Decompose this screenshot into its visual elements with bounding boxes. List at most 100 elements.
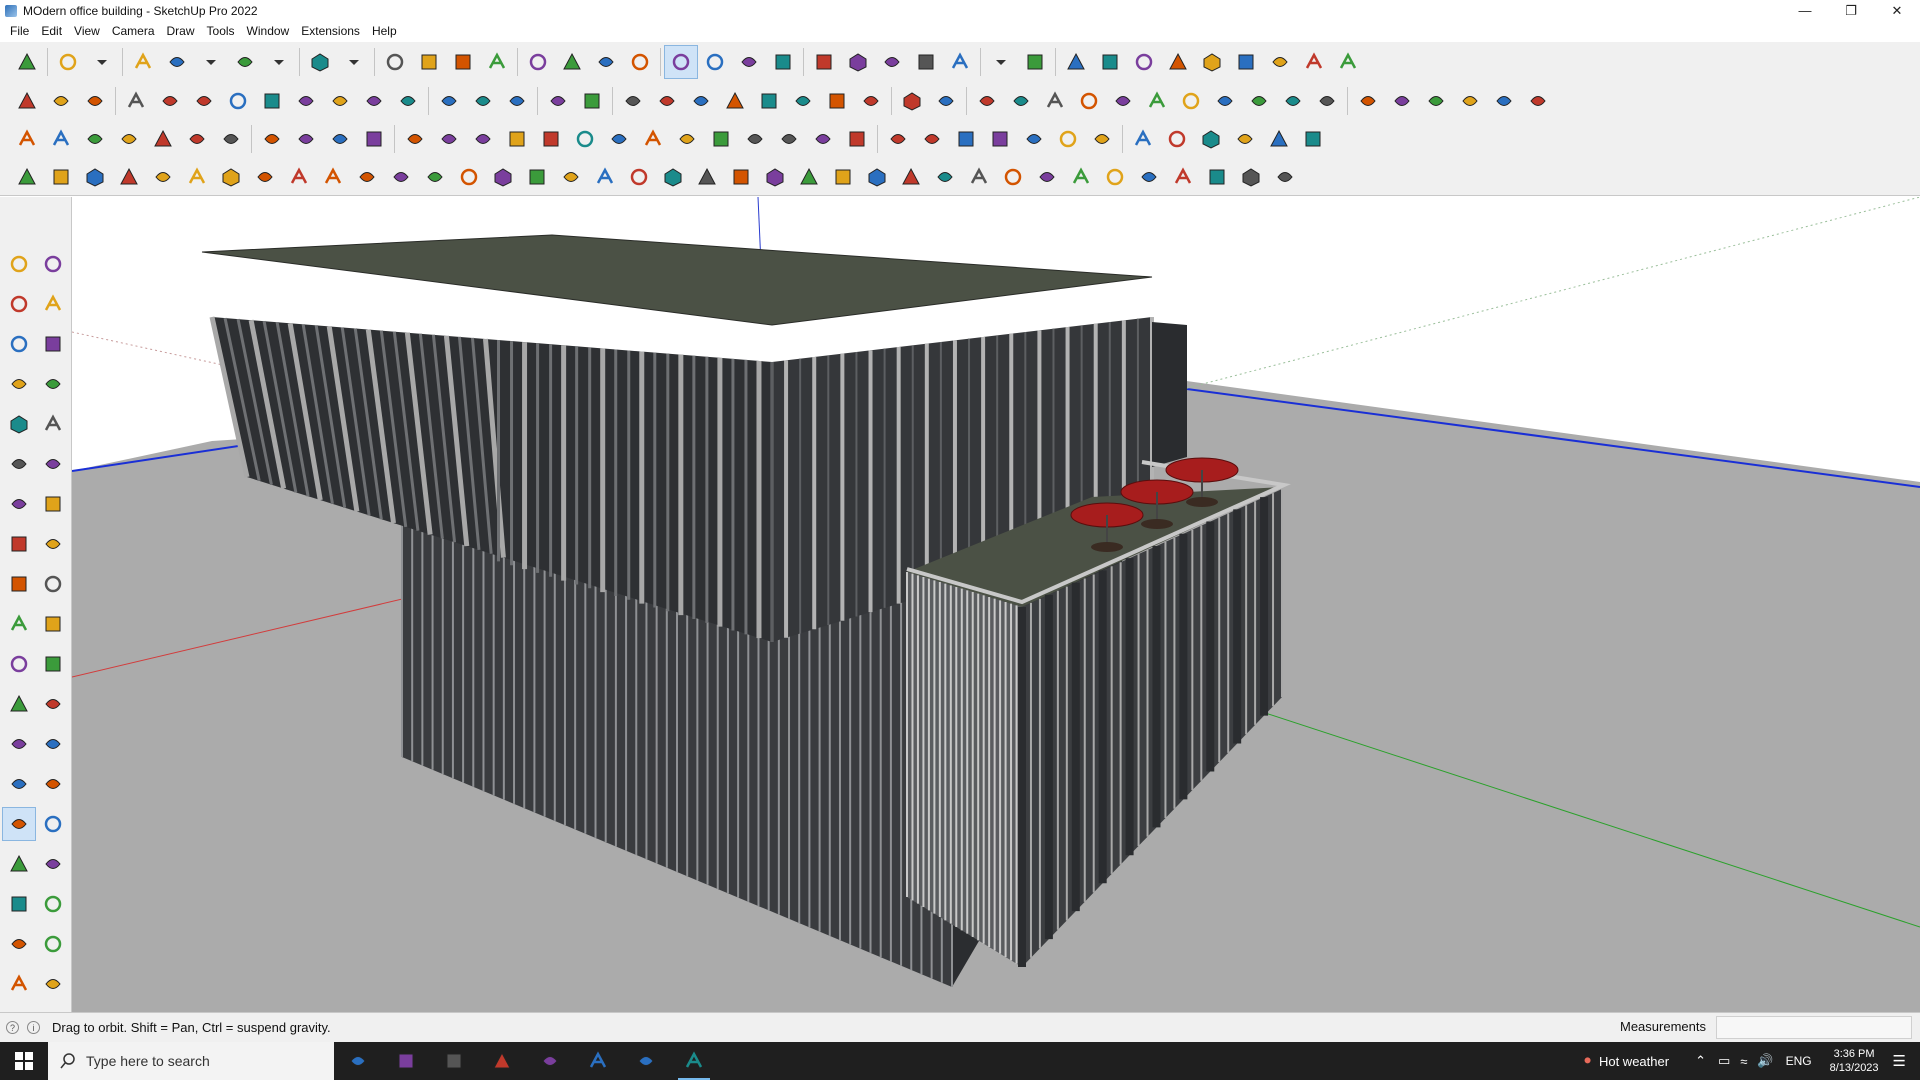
stack-button[interactable] bbox=[119, 84, 153, 118]
ruler-button[interactable] bbox=[895, 84, 929, 118]
component-tool[interactable] bbox=[2, 327, 36, 361]
edge-taskbar-button[interactable] bbox=[574, 1042, 622, 1080]
arrow-plus-button[interactable] bbox=[153, 84, 187, 118]
circle-tool[interactable] bbox=[2, 447, 36, 481]
box-yellow-button[interactable] bbox=[10, 84, 44, 118]
orbit-button[interactable] bbox=[664, 45, 698, 79]
roof-3-button[interactable] bbox=[1385, 84, 1419, 118]
roof-7-button[interactable] bbox=[1521, 84, 1555, 118]
battery-icon[interactable]: ▭ bbox=[1718, 1053, 1730, 1069]
stack-l-button[interactable] bbox=[928, 160, 962, 194]
text-button[interactable] bbox=[589, 45, 623, 79]
box-outline-button[interactable] bbox=[1268, 160, 1302, 194]
stack-c-button[interactable] bbox=[622, 160, 656, 194]
rotate-orange-button[interactable] bbox=[214, 122, 248, 156]
hook-button[interactable] bbox=[704, 122, 738, 156]
freehand-tool[interactable] bbox=[36, 367, 70, 401]
clock[interactable]: 3:36 PM 8/13/2023 bbox=[1830, 1047, 1879, 1075]
move-button[interactable] bbox=[446, 45, 480, 79]
plane-star-button[interactable] bbox=[575, 84, 609, 118]
door-red-button[interactable] bbox=[983, 122, 1017, 156]
stack-red-button[interactable] bbox=[1051, 122, 1085, 156]
pan-tool[interactable] bbox=[36, 807, 70, 841]
account-dropdown-button[interactable] bbox=[984, 45, 1018, 79]
corner-c-button[interactable] bbox=[418, 160, 452, 194]
pie-tool[interactable] bbox=[36, 527, 70, 561]
shape-1-button[interactable] bbox=[929, 84, 963, 118]
menu-view[interactable]: View bbox=[68, 21, 106, 42]
stack-u-button[interactable] bbox=[1234, 160, 1268, 194]
move-tool[interactable] bbox=[2, 567, 36, 601]
account-button[interactable] bbox=[943, 45, 977, 79]
undo-button[interactable] bbox=[1263, 45, 1297, 79]
zoom-window-tool[interactable] bbox=[36, 847, 70, 881]
tape-measure-tool[interactable] bbox=[2, 687, 36, 721]
stack-g-button[interactable] bbox=[758, 160, 792, 194]
offset-tool[interactable] bbox=[36, 647, 70, 681]
rectangle-tool[interactable] bbox=[2, 407, 36, 441]
eraser-pink-button[interactable] bbox=[1276, 84, 1310, 118]
arrow-blue-button[interactable] bbox=[187, 84, 221, 118]
sticky-notes-taskbar-button[interactable] bbox=[622, 1042, 670, 1080]
wall-dual-button[interactable] bbox=[466, 84, 500, 118]
credits-icon[interactable]: i bbox=[27, 1021, 40, 1034]
arrow-red-button[interactable] bbox=[221, 84, 255, 118]
helix-button[interactable] bbox=[282, 160, 316, 194]
menu-help[interactable]: Help bbox=[366, 21, 403, 42]
rotate-button[interactable] bbox=[480, 45, 514, 79]
start-button[interactable] bbox=[0, 1042, 48, 1080]
shape-3-button[interactable] bbox=[1004, 84, 1038, 118]
line-tool[interactable] bbox=[2, 367, 36, 401]
stack-p-button[interactable] bbox=[1064, 160, 1098, 194]
push-pull-tool[interactable] bbox=[36, 567, 70, 601]
send-layout-button[interactable] bbox=[1093, 45, 1127, 79]
curve-c-button[interactable] bbox=[78, 160, 112, 194]
orbit-tool[interactable] bbox=[36, 247, 70, 281]
shape-5-button[interactable] bbox=[1072, 84, 1106, 118]
paint-bucket-button[interactable] bbox=[623, 45, 657, 79]
follow-me-button[interactable] bbox=[412, 45, 446, 79]
select-dropdown-button[interactable] bbox=[85, 45, 119, 79]
zoom-window-button[interactable] bbox=[732, 45, 766, 79]
house-outline-button[interactable] bbox=[684, 84, 718, 118]
model-viewport[interactable] bbox=[72, 197, 1920, 1012]
stack-k-button[interactable] bbox=[894, 160, 928, 194]
weather-icon[interactable]: ⚫ bbox=[1582, 1053, 1593, 1069]
zoom-extents-tool[interactable] bbox=[2, 887, 36, 921]
tape-measure-button[interactable] bbox=[555, 45, 589, 79]
polygon-tool[interactable] bbox=[36, 447, 70, 481]
task-view-taskbar-button[interactable] bbox=[334, 1042, 382, 1080]
shape-10-button[interactable] bbox=[1242, 84, 1276, 118]
warning-button[interactable] bbox=[670, 122, 704, 156]
wave-button[interactable] bbox=[452, 160, 486, 194]
blue-slab-button[interactable] bbox=[44, 122, 78, 156]
door-button[interactable] bbox=[650, 84, 684, 118]
measurements-input[interactable] bbox=[1716, 1016, 1912, 1039]
styles-button[interactable] bbox=[841, 45, 875, 79]
tree-button[interactable] bbox=[915, 122, 949, 156]
push-pull-button[interactable] bbox=[378, 45, 412, 79]
stack-j-button[interactable] bbox=[860, 160, 894, 194]
house-shade-button[interactable] bbox=[616, 84, 650, 118]
roof-1-button[interactable] bbox=[1310, 84, 1344, 118]
stack-t-button[interactable] bbox=[1200, 160, 1234, 194]
menu-extensions[interactable]: Extensions bbox=[295, 21, 366, 42]
red-slab-button[interactable] bbox=[146, 122, 180, 156]
eraser-button[interactable] bbox=[126, 45, 160, 79]
scale-button[interactable] bbox=[521, 45, 555, 79]
roof-6-button[interactable] bbox=[1487, 84, 1521, 118]
menu-edit[interactable]: Edit bbox=[35, 21, 68, 42]
menu-window[interactable]: Window bbox=[241, 21, 296, 42]
restore-button[interactable]: ❐ bbox=[1828, 0, 1874, 21]
pencil-button[interactable] bbox=[160, 45, 194, 79]
stack-b-button[interactable] bbox=[588, 160, 622, 194]
stack-f-button[interactable] bbox=[724, 160, 758, 194]
menu-camera[interactable]: Camera bbox=[106, 21, 161, 42]
calculator-taskbar-button[interactable] bbox=[382, 1042, 430, 1080]
walk-tool[interactable] bbox=[2, 967, 36, 1001]
bubble-button[interactable] bbox=[180, 160, 214, 194]
pin-blue-button[interactable] bbox=[806, 122, 840, 156]
acrobat-taskbar-button[interactable] bbox=[478, 1042, 526, 1080]
two-point-arc-tool[interactable] bbox=[36, 487, 70, 521]
taskbar-search[interactable]: Type here to search bbox=[48, 1042, 334, 1080]
